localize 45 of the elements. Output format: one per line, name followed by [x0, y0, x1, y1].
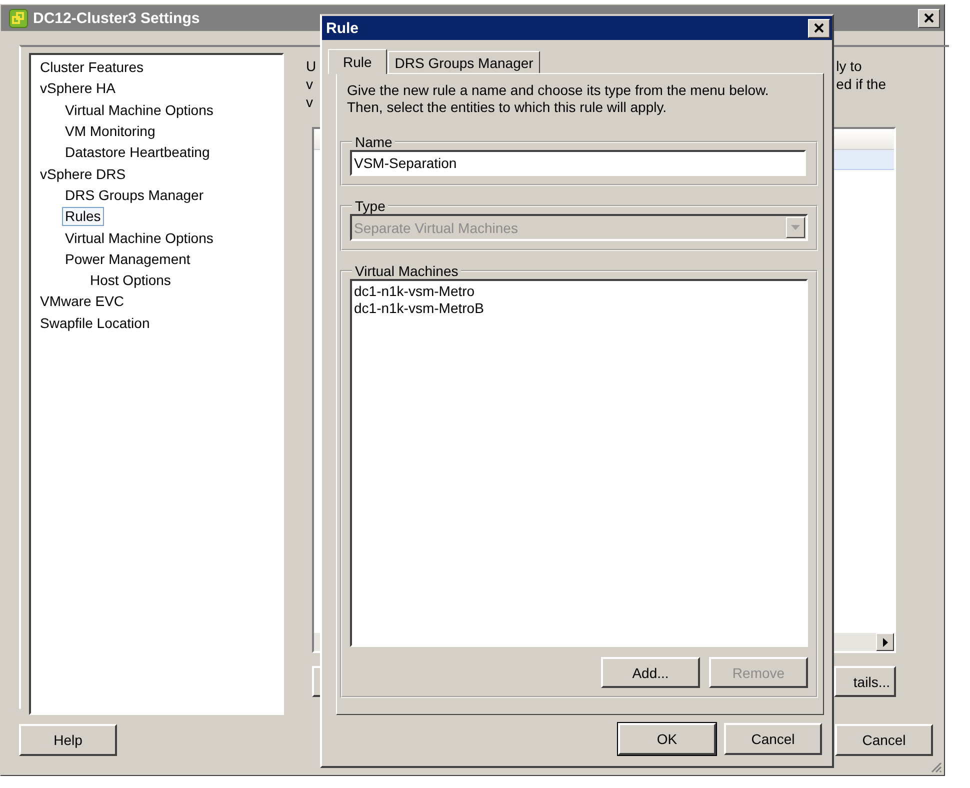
right-arrow-icon — [882, 638, 888, 646]
tree-item[interactable]: Cluster Features — [37, 58, 146, 78]
tree-item[interactable]: Rules — [62, 207, 104, 226]
tree-item[interactable]: Datastore Heartbeating — [62, 143, 213, 162]
description-text: v — [306, 75, 314, 93]
dropdown-arrow-icon — [791, 225, 800, 230]
group-label: Name — [354, 134, 394, 150]
close-button[interactable] — [808, 18, 830, 38]
window-title: DC12-Cluster3 Settings — [33, 10, 201, 26]
tree-item[interactable]: Swapfile Location — [37, 314, 153, 333]
description-text: ed if the — [836, 75, 886, 93]
add-button[interactable]: Add... — [601, 657, 700, 688]
name-field[interactable]: VSM-Separation — [350, 150, 806, 176]
group-label: Virtual Machines — [354, 263, 460, 279]
tree-item[interactable]: Host Options — [87, 271, 174, 290]
close-icon — [814, 23, 824, 33]
cancel-button[interactable]: Cancel — [835, 724, 933, 756]
close-icon — [924, 13, 934, 23]
description-text: ly to — [836, 57, 863, 75]
tab[interactable]: Rule — [328, 49, 387, 74]
app-icon — [9, 8, 28, 28]
tree-item[interactable]: VMware EVC — [37, 292, 128, 312]
tree-item[interactable]: vSphere HA — [37, 79, 118, 98]
group-label: Type — [354, 198, 386, 214]
ok-button[interactable]: OK — [618, 723, 716, 755]
instructions-text: Give the new rule a name and choose its type from the menu below. Then, select the entities to which this rule will apply. — [347, 82, 770, 116]
tree-item[interactable]: VM Monitoring — [62, 122, 158, 142]
list-item[interactable]: dc1-n1k-vsm-MetroB — [354, 300, 484, 317]
tree-item[interactable]: Power Management — [62, 250, 194, 269]
list-item[interactable]: dc1-n1k-vsm-Metro — [354, 283, 475, 300]
tree-item[interactable]: Virtual Machine Options — [62, 100, 216, 120]
help-button[interactable]: Help — [19, 724, 117, 756]
tree-item[interactable]: DRS Groups Manager — [62, 186, 207, 205]
cancel-button[interactable]: Cancel — [724, 723, 822, 755]
scroll-right-button[interactable] — [876, 633, 894, 651]
description-text: U — [306, 57, 316, 75]
tree-item[interactable]: vSphere DRS — [37, 164, 129, 184]
close-button[interactable] — [918, 8, 940, 28]
resize-grip-icon — [930, 761, 942, 773]
details-button[interactable]: tails... — [834, 666, 896, 697]
dialog-title: Rule — [326, 20, 360, 36]
tab[interactable]: DRS Groups Manager — [388, 51, 540, 73]
selected-row — [834, 150, 894, 170]
tree-item[interactable]: Virtual Machine Options — [62, 228, 216, 248]
description-text: v — [306, 93, 314, 111]
